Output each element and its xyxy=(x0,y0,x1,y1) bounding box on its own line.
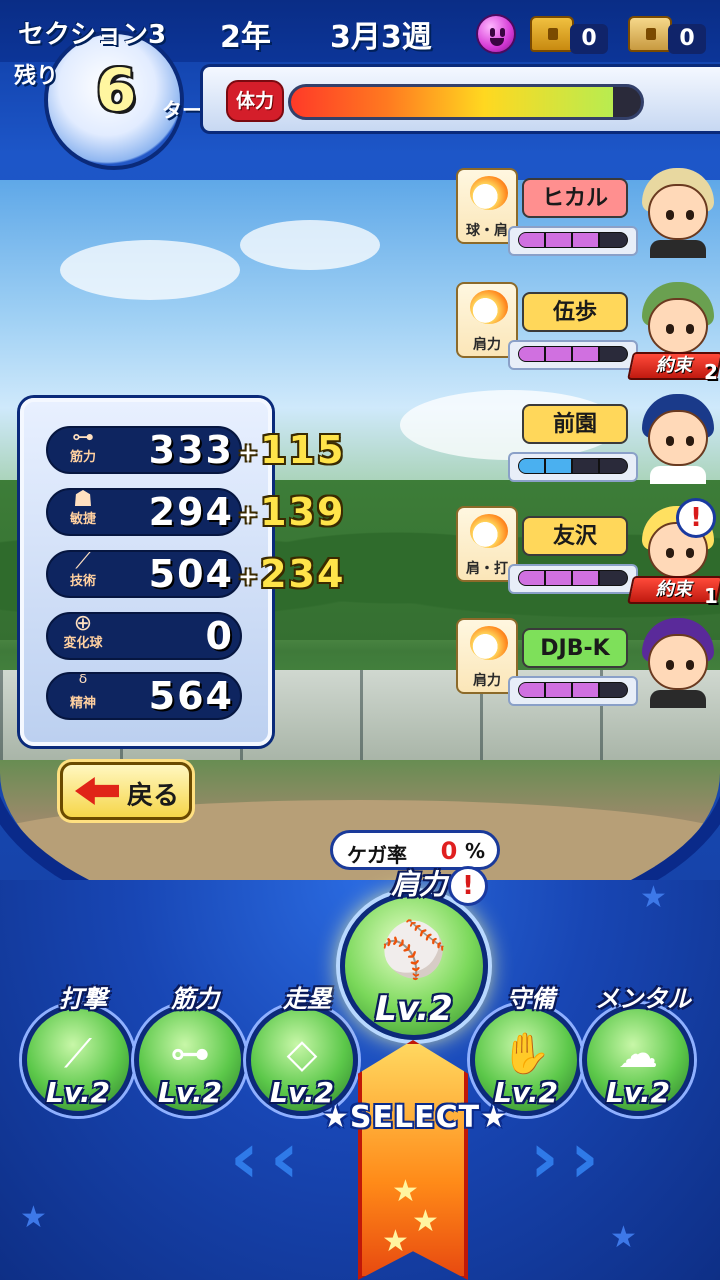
gold-chest-icon[interactable] xyxy=(530,16,574,52)
stamina-bar-fill xyxy=(291,87,613,117)
partner-card[interactable]: 肩力 DJB-K xyxy=(456,618,720,722)
star-decoration-icon: ★ xyxy=(640,880,667,915)
select-ribbon[interactable]: ★ ★ ★ xyxy=(358,1040,468,1280)
stat-label: 技術 xyxy=(69,574,96,589)
stat-value: 294 xyxy=(148,490,234,534)
promise-count: 1 xyxy=(704,584,718,608)
partner-name: 友沢 xyxy=(522,516,628,556)
star-decoration-icon: ★ xyxy=(610,1220,637,1255)
bat-icon: ⟋ xyxy=(64,1031,92,1077)
promise-count: 2 xyxy=(704,360,718,384)
chevron-left-icon: ‹ xyxy=(270,1117,299,1199)
partner-name: 伍歩 xyxy=(522,292,628,332)
training-button-3[interactable]: 肩力 ⚾ Lv.2 xyxy=(340,868,488,1040)
select-text: SELECT xyxy=(349,1100,481,1135)
training-level: Lv.2 xyxy=(46,1076,110,1109)
training-button-5[interactable]: メンタル ☁ Lv.2 xyxy=(582,985,694,1116)
stamina-label: 体力 xyxy=(235,90,274,112)
turns-left: 6 xyxy=(95,56,137,124)
gold-chest-count: 0 xyxy=(570,24,608,54)
partner-avatar xyxy=(638,162,718,258)
training-level: Lv.2 xyxy=(158,1076,222,1109)
partner-card[interactable]: 球・肩 ヒカル xyxy=(456,168,720,272)
partner-bond-gauge xyxy=(518,458,628,474)
partner-bond-gauge xyxy=(518,232,628,248)
stat-label: 変化球 xyxy=(63,636,103,651)
star-decoration-icon: ★ xyxy=(20,1200,47,1235)
partner-avatar xyxy=(638,388,718,484)
stat-gain: +234 xyxy=(238,552,346,596)
bat-icon: ⟋ 技術 xyxy=(52,550,114,598)
partner-card[interactable]: 肩力 伍歩 約束 2 xyxy=(456,282,720,386)
spirit-icon: ᵟ 精神 xyxy=(52,672,114,720)
partner-bond-gauge xyxy=(518,346,628,362)
mood-smiling-face-icon[interactable] xyxy=(476,14,516,54)
back-label: 戻る xyxy=(127,781,180,811)
stat-label: 敏捷 xyxy=(69,512,96,527)
star-icon: ★ xyxy=(412,1204,439,1239)
stat-gain: +139 xyxy=(238,490,346,534)
glove-icon: ✋ xyxy=(501,1031,551,1077)
section-label: セクション3 xyxy=(18,20,167,50)
back-button[interactable]: 戻る xyxy=(60,762,192,820)
alert-icon: ! xyxy=(448,866,488,906)
partner-card[interactable]: 前園 xyxy=(456,394,720,498)
stamina-bar xyxy=(288,84,644,120)
year-label: 2年 xyxy=(220,20,271,55)
partner-name: DJB-K xyxy=(522,628,628,668)
sparkle-cloud-icon: ☁ xyxy=(618,1031,658,1077)
stat-gain-value: 115 xyxy=(260,428,346,472)
shoe-icon: ☗ 敏捷 xyxy=(52,488,114,536)
chevron-right-icon: › xyxy=(570,1117,599,1199)
stat-value: 504 xyxy=(148,552,234,596)
stat-value: 564 xyxy=(148,674,234,718)
base-icon: ◇ xyxy=(286,1031,318,1077)
training-button-1[interactable]: 筋力 ⊶ Lv.2 xyxy=(134,985,246,1116)
status-header: セクション3 残り 6 ターン 2年 3月3週 0 0 体力 xyxy=(0,0,720,180)
stat-label: 精神 xyxy=(69,696,96,711)
stat-value: 0 xyxy=(205,614,234,658)
stat-gain-value: 234 xyxy=(260,552,346,596)
stat-label: 筋力 xyxy=(69,450,96,465)
silver-chest-count: 0 xyxy=(668,24,706,54)
partner-name: 前園 xyxy=(522,404,628,444)
heart-icon: 体力 xyxy=(226,80,284,122)
partner-avatar xyxy=(638,612,718,708)
ball-icon: ⚾ xyxy=(380,918,448,981)
remaining-label: 残り xyxy=(14,64,59,89)
stat-gain-value: 139 xyxy=(260,490,346,534)
select-label[interactable]: ★SELECT★ xyxy=(322,1100,508,1140)
injury-rate-value: 0 xyxy=(440,837,458,865)
arrow-left-icon xyxy=(75,777,119,805)
stat-value: 333 xyxy=(148,428,234,472)
training-name: メンタル xyxy=(595,985,691,1013)
training-level: Lv.2 xyxy=(606,1076,670,1109)
stat-gain: +115 xyxy=(238,428,346,472)
partner-bond-gauge xyxy=(518,570,628,586)
dumbbell-icon: ⊶ xyxy=(170,1031,210,1077)
curveball-icon: ⊕ 変化球 xyxy=(52,612,114,660)
alert-icon: ! xyxy=(676,498,716,538)
star-icon: ★ xyxy=(382,1224,409,1259)
partner-bond-gauge xyxy=(518,682,628,698)
date-label: 3月3週 xyxy=(330,20,432,55)
silver-chest-icon[interactable] xyxy=(628,16,672,52)
dumbbell-icon: ⊶ 筋力 xyxy=(52,426,114,474)
injury-rate-unit: % xyxy=(465,839,486,863)
training-button-0[interactable]: 打撃 ⟋ Lv.2 xyxy=(22,985,134,1116)
partner-name: ヒカル xyxy=(522,178,628,218)
